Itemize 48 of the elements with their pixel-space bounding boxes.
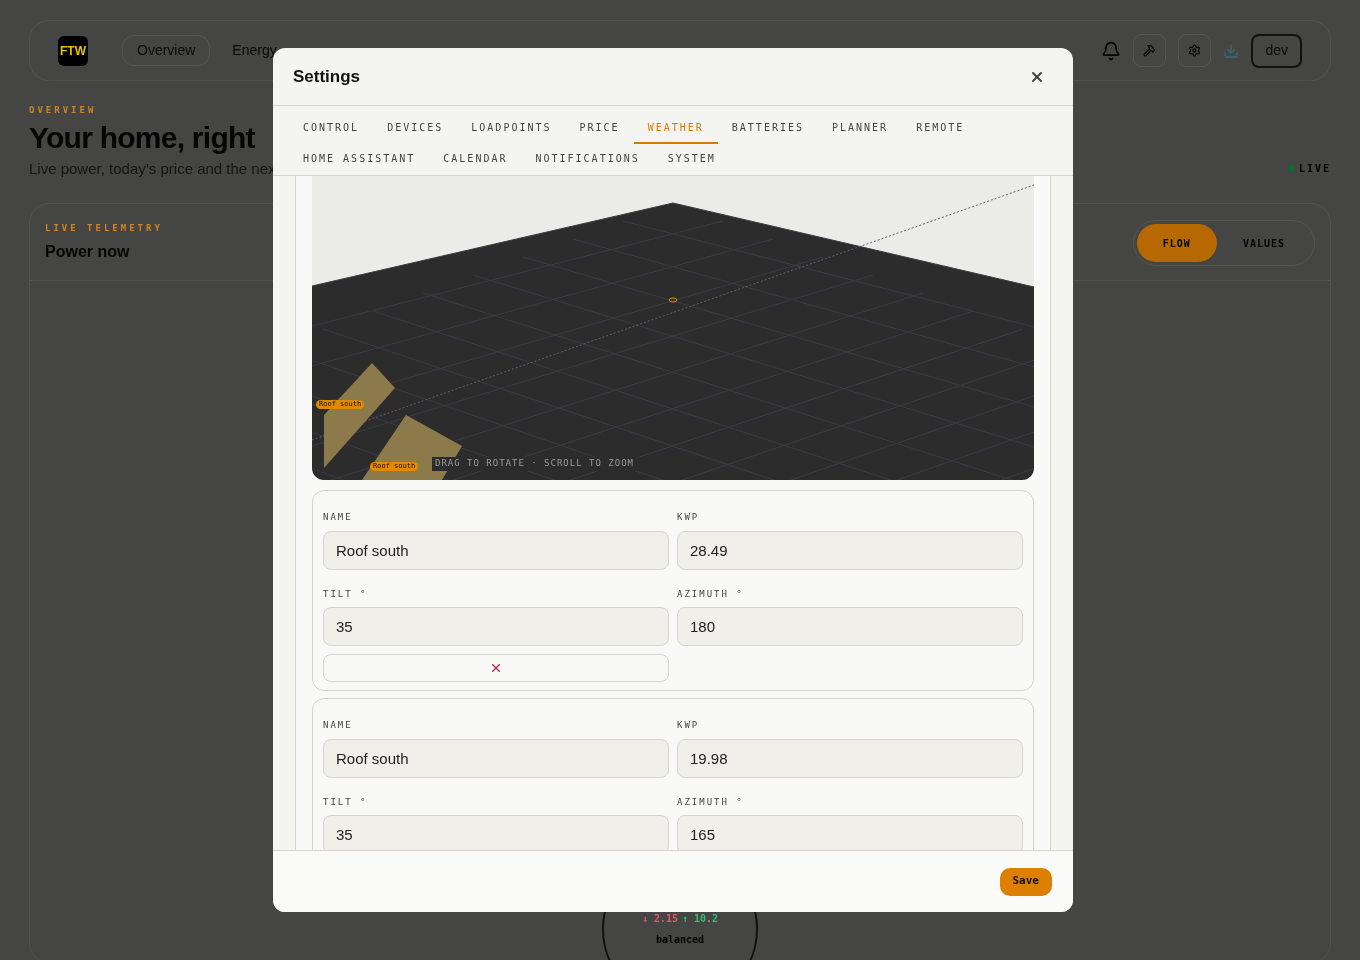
settings-button[interactable] — [1178, 34, 1212, 67]
section-eyebrow: OVERVIEW — [29, 104, 98, 117]
save-button[interactable]: Save — [999, 867, 1052, 896]
settings-tab[interactable]: CALENDAR — [429, 144, 522, 175]
field-label: NAME — [323, 719, 354, 732]
balance-status: balanced — [655, 933, 705, 947]
text-field[interactable]: Roof south — [323, 738, 669, 778]
text-field[interactable]: 19.98 — [677, 738, 1023, 778]
remove-button[interactable] — [323, 654, 669, 682]
export-reading: ↑ 10.2 — [682, 912, 719, 926]
settings-tab[interactable]: CONTROL — [289, 113, 374, 144]
settings-tab[interactable]: PLANNER — [818, 113, 903, 144]
field-label: NAME — [323, 511, 354, 524]
field-label: AZIMUTH ° — [677, 795, 745, 809]
close-icon — [489, 661, 503, 675]
settings-tab[interactable]: HOME ASSISTANT — [289, 144, 430, 175]
text-field[interactable]: 28.49 — [677, 530, 1023, 570]
settings-tab[interactable]: PRICE — [565, 113, 634, 144]
text-field[interactable]: Roof south — [323, 530, 669, 570]
field-label: TILT ° — [323, 587, 369, 601]
download-icon[interactable] — [1223, 42, 1240, 59]
card-eyebrow: LIVE TELEMETRY — [45, 222, 163, 236]
import-reading: ↓ 2.15 — [641, 912, 678, 926]
field-label: AZIMUTH ° — [677, 587, 745, 601]
live-label: LIVE — [1298, 162, 1331, 177]
app-logo[interactable]: FTW — [58, 35, 88, 66]
text-field[interactable]: 35 — [323, 815, 669, 850]
hammer-icon — [1143, 44, 1157, 57]
page-heading: Your home, right — [29, 119, 255, 156]
card-title: Power now — [45, 241, 131, 262]
settings-icon — [1188, 44, 1202, 57]
settings-tab[interactable]: BATTERIES — [717, 113, 818, 144]
text-field[interactable]: 180 — [677, 607, 1023, 646]
text-field[interactable]: 165 — [677, 815, 1023, 850]
text-field[interactable]: 35 — [323, 607, 669, 646]
field-label: TILT ° — [323, 795, 369, 809]
dialog-title: Settings — [293, 65, 361, 88]
field-label: KWP — [677, 719, 701, 732]
bell-icon[interactable] — [1101, 40, 1122, 61]
settings-tab[interactable]: REMOTE — [902, 113, 979, 144]
hammer-button[interactable] — [1133, 34, 1167, 67]
toggle-option[interactable]: FLOW — [1136, 224, 1217, 262]
settings-tab[interactable]: DEVICES — [373, 113, 458, 144]
settings-tab[interactable]: LOADPOINTS — [457, 113, 566, 144]
field-label: KWP — [677, 511, 701, 524]
view-hint: DRAG TO ROTATE · SCROLL TO ZOOM — [432, 457, 637, 471]
settings-tab[interactable]: NOTIFICATIONS — [521, 144, 654, 175]
settings-tab[interactable]: SYSTEM — [653, 144, 730, 175]
